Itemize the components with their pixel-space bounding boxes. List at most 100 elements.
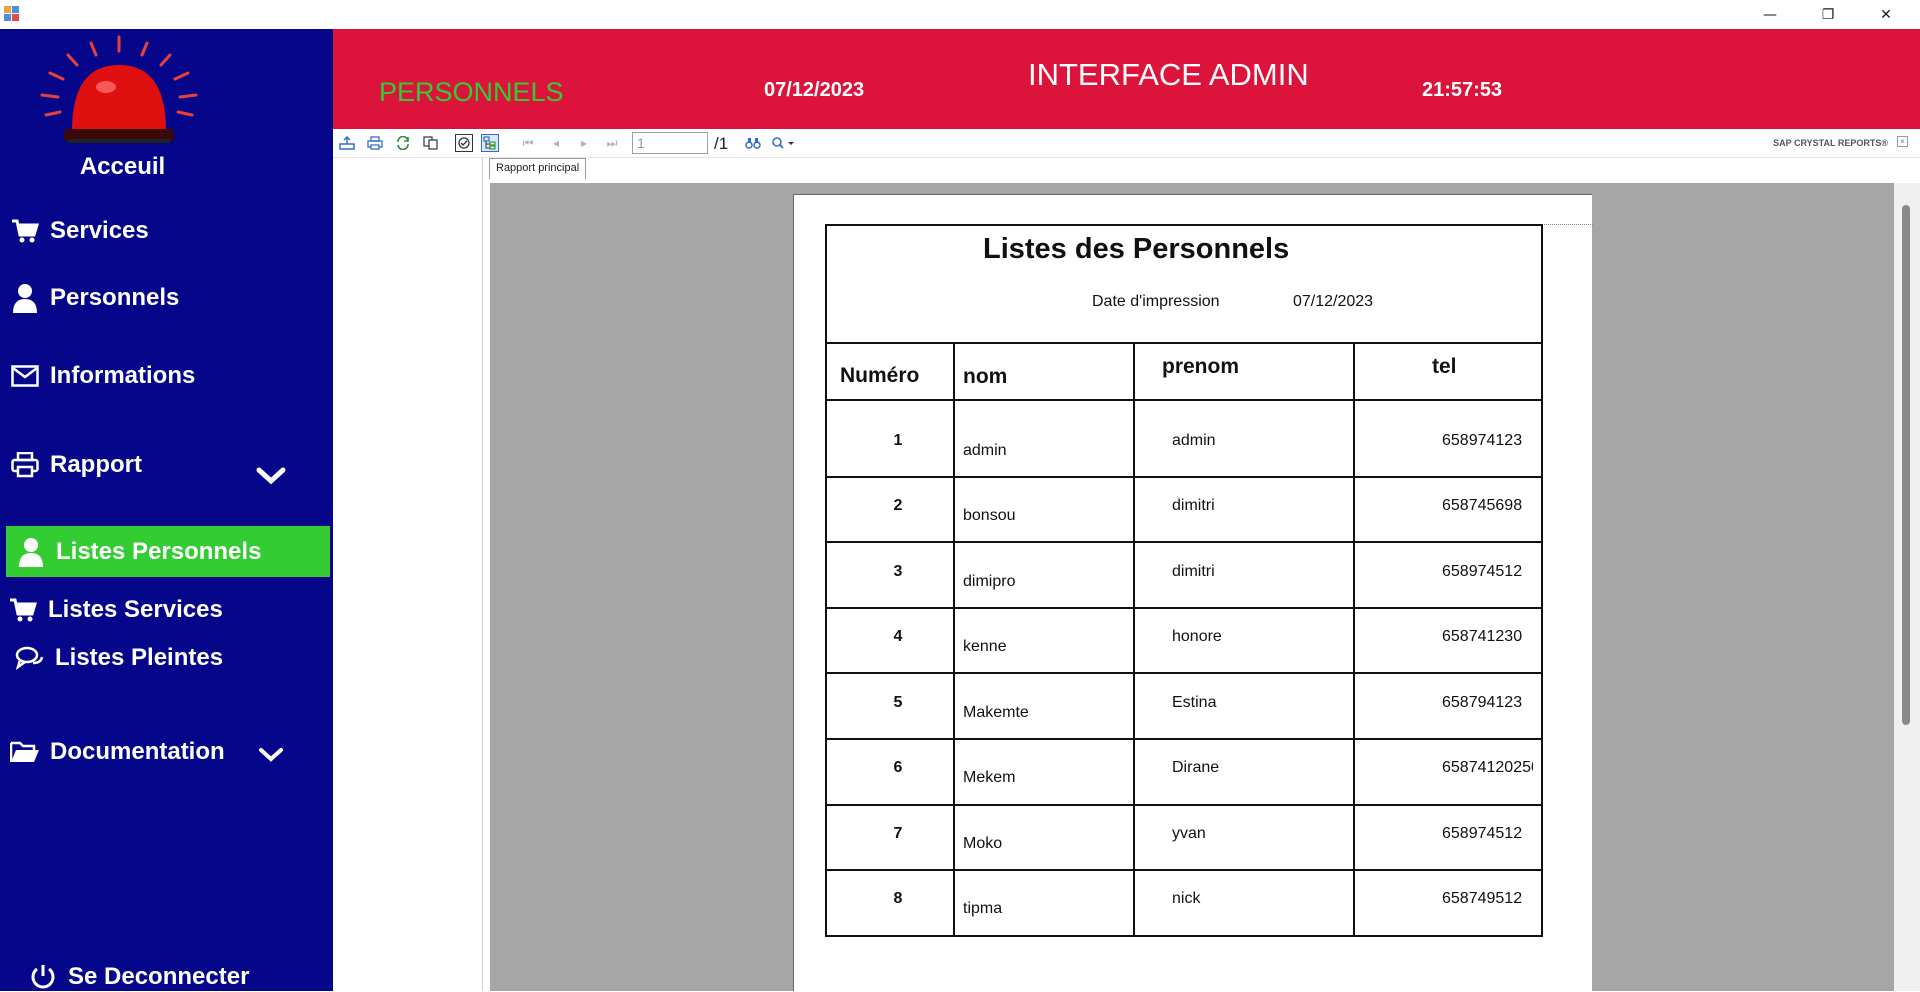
- cell-nom: Makemte: [963, 704, 1029, 721]
- sidebar: Acceuil Services Personnels Informations…: [0, 29, 333, 991]
- print-date-label: Date d'impression: [1092, 293, 1220, 310]
- vertical-scrollbar[interactable]: [1894, 183, 1920, 991]
- cell-numero: 6: [893, 759, 903, 776]
- last-page-icon[interactable]: ⏭: [603, 134, 621, 152]
- cell-numero: 8: [893, 890, 903, 907]
- table-border: [825, 869, 1543, 871]
- logout-label: Se Deconnecter: [68, 963, 250, 990]
- refresh-icon[interactable]: [394, 134, 412, 152]
- column-header-nom: nom: [963, 365, 1008, 388]
- tab-rapport-principal[interactable]: Rapport principal: [489, 158, 587, 179]
- nav-personnels[interactable]: Personnels: [10, 283, 179, 313]
- cart-icon: [8, 595, 38, 625]
- page-number-input[interactable]: 1: [632, 132, 708, 154]
- nav-documentation-label: Documentation: [50, 738, 225, 765]
- previous-page-icon[interactable]: ◂: [547, 134, 565, 152]
- first-page-icon[interactable]: ⏮: [519, 134, 537, 152]
- table-border: [825, 607, 1543, 609]
- cell-numero: 5: [893, 694, 903, 711]
- envelope-icon: [10, 361, 40, 391]
- table-border: [825, 476, 1543, 478]
- cell-nom: Mekem: [963, 769, 1016, 786]
- cell-prenom: admin: [1172, 432, 1216, 449]
- cell-tel: 658974512: [1442, 563, 1523, 580]
- export-icon[interactable]: [338, 134, 356, 152]
- table-border: [825, 672, 1543, 674]
- report-viewer-toolbar: ⏮ ◂ ▸ ⏭ 1 /1 SAP CRYSTAL REPORTS® ×: [333, 129, 1920, 158]
- cart-icon: [10, 216, 40, 246]
- table-border: [1133, 343, 1135, 937]
- nav-services-label: Services: [50, 217, 149, 244]
- zoom-dropdown-icon[interactable]: [770, 134, 796, 152]
- table-border: [1353, 343, 1355, 937]
- report-title: Listes des Personnels: [983, 233, 1290, 265]
- header-bar: PERSONNELS 07/12/2023 INTERFACE ADMIN 21…: [333, 29, 1920, 129]
- table-border: [825, 738, 1543, 740]
- nav-personnels-label: Personnels: [50, 284, 180, 311]
- page-total: /1: [714, 134, 729, 153]
- folder-open-icon: [10, 737, 40, 767]
- minimize-button[interactable]: —: [1741, 0, 1799, 29]
- copy-icon[interactable]: [422, 134, 440, 152]
- nav-services[interactable]: Services: [10, 216, 149, 246]
- cell-prenom: dimitri: [1172, 563, 1215, 580]
- report-tab-bar: Rapport principal: [484, 158, 1920, 181]
- cell-prenom: nick: [1172, 890, 1201, 907]
- cell-tel: 65874120250: [1442, 759, 1533, 776]
- cell-tel: 658794123: [1442, 694, 1523, 711]
- nav-rapport[interactable]: Rapport: [10, 450, 142, 480]
- nav-listes-pleintes[interactable]: Listes Pleintes: [15, 643, 223, 673]
- cell-nom: dimipro: [963, 573, 1016, 590]
- cell-numero: 4: [893, 628, 903, 645]
- cell-prenom: yvan: [1172, 825, 1206, 842]
- cell-tel: 658974512: [1442, 825, 1523, 842]
- toggle-group-tree-icon[interactable]: [481, 134, 499, 152]
- close-button[interactable]: ✕: [1857, 0, 1915, 29]
- printer-icon: [10, 450, 40, 480]
- app-icon: [4, 6, 20, 22]
- cell-prenom: honore: [1172, 628, 1222, 645]
- cell-numero: 3: [893, 563, 903, 580]
- print-icon[interactable]: [366, 134, 384, 152]
- cell-numero: 7: [893, 825, 903, 842]
- table-border: [825, 804, 1543, 806]
- user-icon: [16, 537, 46, 567]
- nav-listes-services-label: Listes Services: [48, 596, 223, 623]
- restore-button[interactable]: ❐: [1799, 0, 1857, 29]
- table-border: [825, 541, 1543, 543]
- scrollbar-thumb[interactable]: [1902, 205, 1910, 725]
- table-border: [825, 399, 1543, 401]
- siren-logo-icon[interactable]: [28, 35, 210, 147]
- power-icon: [28, 962, 58, 992]
- cell-tel: 658749512: [1442, 890, 1523, 907]
- documentation-chevron-down-icon[interactable]: [255, 745, 287, 765]
- cell-nom: bonsou: [963, 507, 1016, 524]
- user-icon: [10, 283, 40, 313]
- table-border: [825, 342, 1543, 344]
- nav-informations[interactable]: Informations: [10, 361, 195, 391]
- next-page-icon[interactable]: ▸: [575, 134, 593, 152]
- rapport-chevron-down-icon[interactable]: [255, 466, 287, 486]
- group-tree-panel[interactable]: [333, 158, 483, 991]
- nav-listes-services[interactable]: Listes Services: [8, 595, 223, 625]
- window-title-bar: — ❐ ✕: [0, 0, 1920, 29]
- close-viewer-icon[interactable]: ×: [1897, 136, 1908, 147]
- nav-listes-personnels[interactable]: Listes Personnels: [6, 526, 330, 577]
- page-title: INTERFACE ADMIN: [1028, 57, 1309, 92]
- home-label[interactable]: Acceuil: [0, 153, 245, 181]
- nav-listes-personnels-label: Listes Personnels: [56, 537, 262, 565]
- header-time: 21:57:53: [1422, 79, 1503, 101]
- cell-numero: 2: [893, 497, 903, 514]
- toggle-parameter-panel-icon[interactable]: [455, 134, 473, 152]
- column-header-prenom: prenom: [1162, 355, 1240, 378]
- sap-crystal-reports-brand: SAP CRYSTAL REPORTS®: [1773, 138, 1888, 148]
- logout-button[interactable]: Se Deconnecter: [28, 962, 249, 992]
- cell-prenom: dimitri: [1172, 497, 1215, 514]
- chat-icon: [15, 643, 45, 673]
- nav-documentation[interactable]: Documentation: [10, 737, 225, 767]
- cell-nom: Moko: [963, 835, 1003, 852]
- cell-tel: 658974123: [1442, 432, 1523, 449]
- cell-nom: admin: [963, 442, 1007, 459]
- find-icon[interactable]: [744, 134, 762, 152]
- nav-informations-label: Informations: [50, 362, 196, 389]
